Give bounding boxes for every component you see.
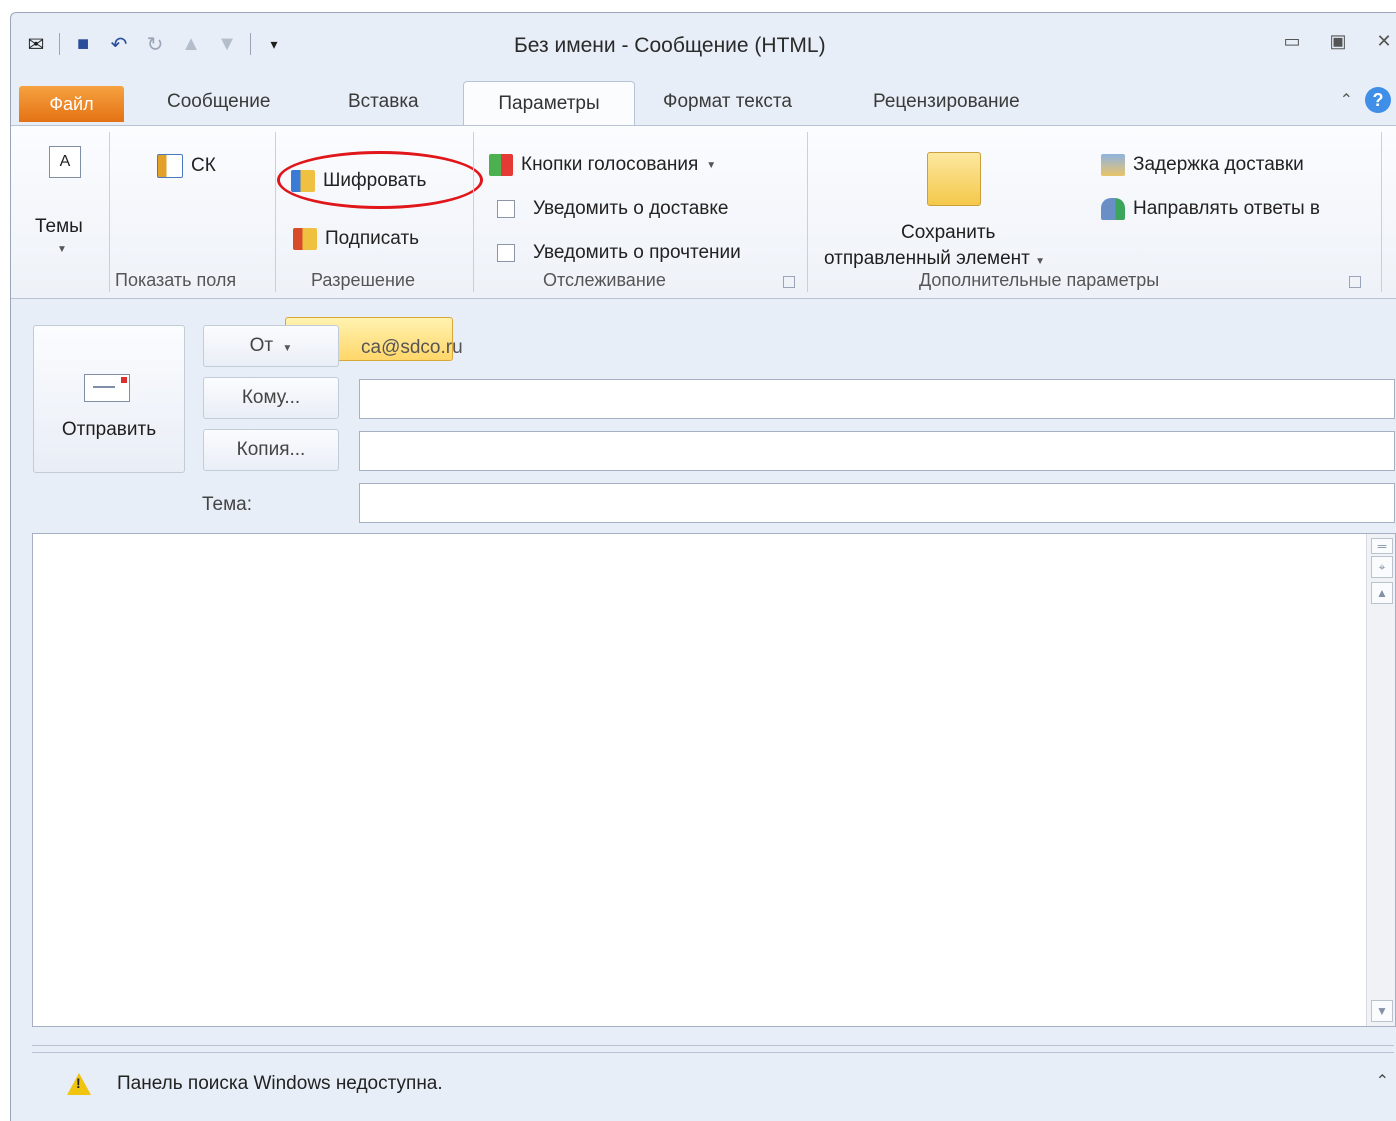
themes-icon: A bbox=[49, 146, 81, 178]
status-message: Панель поиска Windows недоступна. bbox=[117, 1073, 443, 1094]
tab-options[interactable]: Параметры bbox=[463, 81, 635, 126]
save-icon[interactable]: ■ bbox=[70, 31, 96, 57]
voting-label: Кнопки голосования bbox=[521, 154, 699, 175]
from-address: ca@sdco.ru bbox=[361, 337, 463, 358]
save-sent-label-2: отправленный элемент ▼ bbox=[824, 248, 1045, 270]
sign-label: Подписать bbox=[325, 228, 420, 249]
read-label: Уведомить о прочтении bbox=[533, 242, 741, 263]
sign-icon bbox=[293, 228, 317, 250]
previous-item-icon[interactable]: ▲ bbox=[178, 31, 204, 57]
delay-delivery-label: Задержка доставки bbox=[1133, 154, 1304, 175]
dialog-launcher-icon[interactable] bbox=[1349, 276, 1361, 288]
minimize-icon[interactable]: ▭ bbox=[1279, 31, 1305, 52]
scroll-up-icon[interactable]: ▲ bbox=[1371, 582, 1393, 604]
direct-replies-button[interactable]: Направлять ответы в bbox=[1101, 198, 1320, 220]
message-body[interactable]: ═ ⌖ ▲ ▼ bbox=[32, 533, 1396, 1027]
qat-separator bbox=[59, 33, 60, 55]
group-separator bbox=[807, 132, 808, 292]
tab-review[interactable]: Рецензирование bbox=[873, 91, 1020, 113]
help-icon[interactable]: ? bbox=[1365, 87, 1391, 113]
delivery-label: Уведомить о доставке bbox=[533, 198, 729, 219]
save-sent-label-2-text: отправленный элемент bbox=[824, 248, 1030, 269]
dialog-launcher-icon[interactable] bbox=[783, 276, 795, 288]
to-field[interactable] bbox=[359, 379, 1395, 419]
tab-message[interactable]: Сообщение bbox=[167, 91, 270, 113]
save-sent-label-1: Сохранить bbox=[901, 222, 996, 243]
bcc-button[interactable]: СК bbox=[157, 154, 216, 178]
window-title: Без имени - Сообщение (HTML) bbox=[514, 34, 826, 57]
voting-icon bbox=[489, 154, 513, 176]
chevron-down-icon: ▼ bbox=[706, 159, 717, 171]
close-icon[interactable]: ✕ bbox=[1371, 31, 1396, 52]
delay-delivery-icon bbox=[1101, 154, 1125, 176]
tab-insert[interactable]: Вставка bbox=[348, 91, 419, 113]
split-handle-icon[interactable]: ═ bbox=[1371, 538, 1393, 554]
message-window: ✉ ■ ↶ ↻ ▲ ▼ ▾ Без имени - Сообщение (HTM… bbox=[10, 12, 1396, 1121]
direct-replies-label: Направлять ответы в bbox=[1133, 198, 1321, 219]
cc-button[interactable]: Копия... bbox=[203, 429, 339, 471]
direct-replies-icon bbox=[1101, 198, 1125, 220]
to-button[interactable]: Кому... bbox=[203, 377, 339, 419]
ribbon-help-area: ⌃ ? bbox=[1340, 87, 1391, 113]
request-read-receipt[interactable]: Уведомить о прочтении bbox=[497, 242, 741, 264]
delay-delivery-button[interactable]: Задержка доставки bbox=[1101, 154, 1304, 176]
customize-qat-icon[interactable]: ▾ bbox=[261, 31, 287, 57]
bcc-icon bbox=[157, 154, 183, 178]
redo-icon[interactable]: ↻ bbox=[142, 31, 168, 57]
group-label-show-fields: Показать поля bbox=[115, 270, 237, 290]
read-checkbox[interactable] bbox=[497, 244, 515, 262]
people-pane-splitter[interactable] bbox=[32, 1045, 1394, 1053]
ribbon: A Темы ▼ СК Показать поля Шифровать Подп… bbox=[11, 125, 1396, 361]
group-separator bbox=[1381, 132, 1382, 292]
themes-button[interactable]: A Темы ▼ bbox=[31, 138, 101, 258]
group-separator bbox=[473, 132, 474, 292]
cc-field[interactable] bbox=[359, 431, 1395, 471]
send-icon bbox=[84, 374, 130, 402]
folder-icon bbox=[927, 152, 981, 206]
window-controls: ▭ ▣ ✕ bbox=[1279, 31, 1396, 52]
save-sent-item-button[interactable]: Сохранить отправленный элемент ▼ bbox=[821, 138, 1091, 270]
subject-field[interactable] bbox=[359, 483, 1395, 523]
group-label-tracking: Отслеживание bbox=[543, 270, 666, 290]
undo-icon[interactable]: ↶ bbox=[106, 31, 132, 57]
tab-format-text[interactable]: Формат текста bbox=[663, 91, 792, 113]
maximize-icon[interactable]: ▣ bbox=[1325, 31, 1351, 52]
send-button[interactable]: Отправить bbox=[33, 325, 185, 473]
ruler-icon[interactable]: ⌖ bbox=[1371, 556, 1393, 578]
voting-buttons[interactable]: Кнопки голосования ▼ bbox=[489, 154, 716, 176]
group-separator bbox=[275, 132, 276, 292]
from-label: От bbox=[249, 335, 274, 356]
outlook-app-icon[interactable]: ✉ bbox=[23, 31, 49, 57]
next-item-icon[interactable]: ▼ bbox=[214, 31, 240, 57]
subject-label: Тема: bbox=[202, 494, 253, 515]
delivery-checkbox[interactable] bbox=[497, 200, 515, 218]
chevron-down-icon: ▼ bbox=[1035, 256, 1046, 267]
ribbon-tabs: Файл Сообщение Вставка Параметры Формат … bbox=[11, 81, 1396, 126]
bcc-label: СК bbox=[191, 155, 216, 176]
sign-button[interactable]: Подписать bbox=[293, 228, 419, 250]
scroll-down-icon[interactable]: ▼ bbox=[1371, 1000, 1393, 1022]
warning-mark: ! bbox=[76, 1075, 81, 1091]
annotation-circle bbox=[277, 151, 483, 209]
send-label: Отправить bbox=[61, 419, 157, 440]
themes-label: Темы bbox=[35, 216, 83, 237]
expand-people-pane-icon[interactable]: ⌃ bbox=[1376, 1071, 1389, 1091]
tab-file[interactable]: Файл bbox=[19, 86, 124, 122]
title-bar: ✉ ■ ↶ ↻ ▲ ▼ ▾ Без имени - Сообщение (HTM… bbox=[11, 13, 1396, 81]
from-button[interactable]: От ▼ bbox=[203, 325, 339, 367]
minimize-ribbon-icon[interactable]: ⌃ bbox=[1340, 90, 1353, 110]
group-label-permission: Разрешение bbox=[311, 270, 415, 290]
people-pane-bar: ! Панель поиска Windows недоступна. ⌃ bbox=[33, 1067, 1395, 1107]
quick-access-toolbar: ✉ ■ ↶ ↻ ▲ ▼ ▾ bbox=[23, 31, 287, 57]
qat-separator bbox=[250, 33, 251, 55]
group-separator bbox=[109, 132, 110, 292]
vertical-scrollbar[interactable]: ═ ⌖ ▲ ▼ bbox=[1366, 534, 1395, 1026]
group-label-more-options: Дополнительные параметры bbox=[919, 270, 1160, 290]
chevron-down-icon: ▼ bbox=[282, 343, 293, 354]
chevron-down-icon: ▼ bbox=[57, 244, 67, 255]
request-delivery-receipt[interactable]: Уведомить о доставке bbox=[497, 198, 728, 220]
